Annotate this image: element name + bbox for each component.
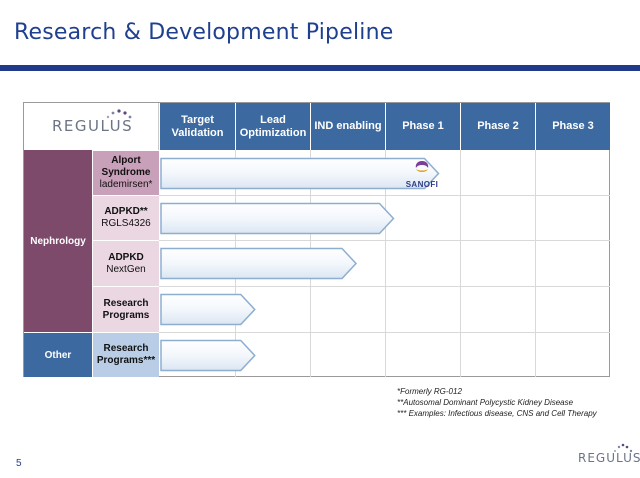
progress-arrow — [160, 293, 256, 326]
sanofi-logo-icon — [415, 161, 429, 172]
title-divider — [0, 65, 640, 71]
footnote: **Autosomal Dominant Polycystic Kidney D… — [397, 398, 574, 407]
progress-arrow — [160, 247, 358, 280]
progress-arrows — [160, 157, 440, 372]
progress-arrow — [160, 157, 440, 190]
footer-logo-text: REGULUS — [578, 451, 640, 465]
pipeline-table: REGULUS Target Validation Lead Optimizat… — [23, 102, 610, 377]
progress-arrow — [160, 202, 395, 235]
progress-arrow — [160, 339, 256, 372]
footer-logo: REGULUS — [578, 443, 640, 467]
footnote: *Formerly RG-012 — [397, 387, 462, 396]
footnote: *** Examples: Infectious disease, CNS an… — [397, 409, 597, 418]
page-number: 5 — [16, 458, 22, 469]
footnotes: *Formerly RG-012 **Autosomal Dominant Po… — [397, 386, 597, 419]
partner-logo: SANOFI — [402, 160, 442, 189]
page-title: Research & Development Pipeline — [14, 20, 394, 45]
partner-name: SANOFI — [405, 180, 439, 189]
